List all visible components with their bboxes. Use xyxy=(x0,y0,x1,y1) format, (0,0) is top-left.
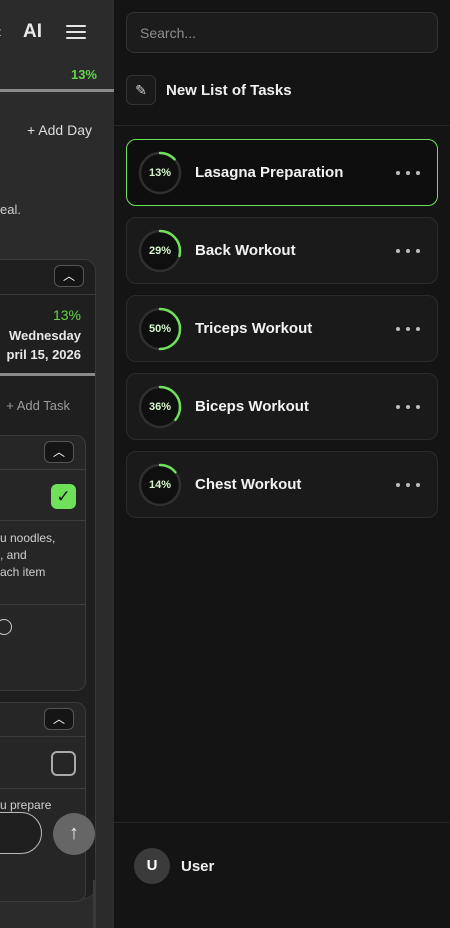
list-item[interactable]: 36% Biceps Workout xyxy=(126,373,438,440)
collapse-day-button[interactable]: ︿ xyxy=(54,265,84,287)
list-title: Biceps Workout xyxy=(195,398,309,415)
more-options-icon[interactable] xyxy=(393,241,423,261)
list-item[interactable]: 50% Triceps Workout xyxy=(126,295,438,362)
new-list-label: New List of Tasks xyxy=(166,81,292,99)
description-text: eal. xyxy=(0,202,21,217)
task-description-line: , and xyxy=(0,548,27,562)
progress-percent-label: 50% xyxy=(148,322,172,335)
task-checkbox-unchecked[interactable] xyxy=(51,751,76,776)
divider xyxy=(0,469,86,470)
progress-track xyxy=(0,89,114,92)
progress-ring: 36% xyxy=(137,384,183,430)
list-item[interactable]: 13% Lasagna Preparation xyxy=(126,139,438,206)
list-title: Back Workout xyxy=(195,242,296,259)
hamburger-menu-icon[interactable] xyxy=(66,25,86,39)
task-checkbox-checked[interactable]: ✓ xyxy=(51,484,76,509)
divider xyxy=(0,788,86,789)
day-progress-track xyxy=(0,373,95,376)
search-input[interactable] xyxy=(126,12,438,53)
day-progress-label: 13% xyxy=(52,307,81,323)
task-description-line: ach item xyxy=(0,565,46,579)
user-profile[interactable]: U User xyxy=(134,848,214,884)
pencil-icon: ✎ xyxy=(126,75,156,105)
ai-button[interactable]: AI xyxy=(23,21,42,43)
divider xyxy=(0,736,86,737)
overall-progress-label: 13% xyxy=(70,67,97,82)
divider xyxy=(114,125,450,126)
progress-percent-label: 29% xyxy=(148,244,172,257)
progress-ring: 14% xyxy=(137,462,183,508)
collapse-task-button[interactable]: ︿ xyxy=(44,441,74,463)
day-date: pril 15, 2026 xyxy=(6,347,81,362)
avatar: U xyxy=(134,848,170,884)
chevron-left-icon: ‹ xyxy=(0,22,2,42)
progress-percent-label: 14% xyxy=(148,478,172,491)
collapse-task-button[interactable]: ︿ xyxy=(44,708,74,730)
scrollbar[interactable] xyxy=(93,880,96,928)
divider xyxy=(0,604,86,605)
more-options-icon[interactable] xyxy=(393,163,423,183)
list-title: Triceps Workout xyxy=(195,320,313,337)
background-app: ‹ AI 13% + Add Day eal. ︿ 13% Wednesday … xyxy=(0,0,114,928)
list-item[interactable]: 14% Chest Workout xyxy=(126,451,438,518)
add-task-button[interactable]: + Add Task xyxy=(6,398,70,413)
chat-input-pill[interactable] xyxy=(0,812,42,854)
add-day-button[interactable]: + Add Day xyxy=(27,122,92,138)
more-options-icon[interactable] xyxy=(393,397,423,417)
list-title: Lasagna Preparation xyxy=(195,164,344,181)
task-description-line: u noodles, xyxy=(0,531,56,545)
scroll-up-arrow-icon[interactable]: ↑ xyxy=(53,813,95,855)
divider xyxy=(114,822,450,823)
progress-percent-label: 13% xyxy=(148,166,172,179)
list-item[interactable]: 29% Back Workout xyxy=(126,217,438,284)
progress-ring: 13% xyxy=(137,150,183,196)
progress-ring: 29% xyxy=(137,228,183,274)
more-options-icon[interactable] xyxy=(393,319,423,339)
user-name: User xyxy=(181,857,215,875)
list-title: Chest Workout xyxy=(195,476,302,493)
new-list-button[interactable]: ✎ New List of Tasks xyxy=(126,75,292,105)
lists-drawer: ✎ New List of Tasks 13% Lasagna Preparat… xyxy=(114,0,450,928)
more-options-icon[interactable] xyxy=(393,475,423,495)
progress-ring: 50% xyxy=(137,306,183,352)
divider xyxy=(0,520,86,521)
progress-percent-label: 36% xyxy=(148,400,172,413)
day-weekday: Wednesday xyxy=(8,328,81,343)
